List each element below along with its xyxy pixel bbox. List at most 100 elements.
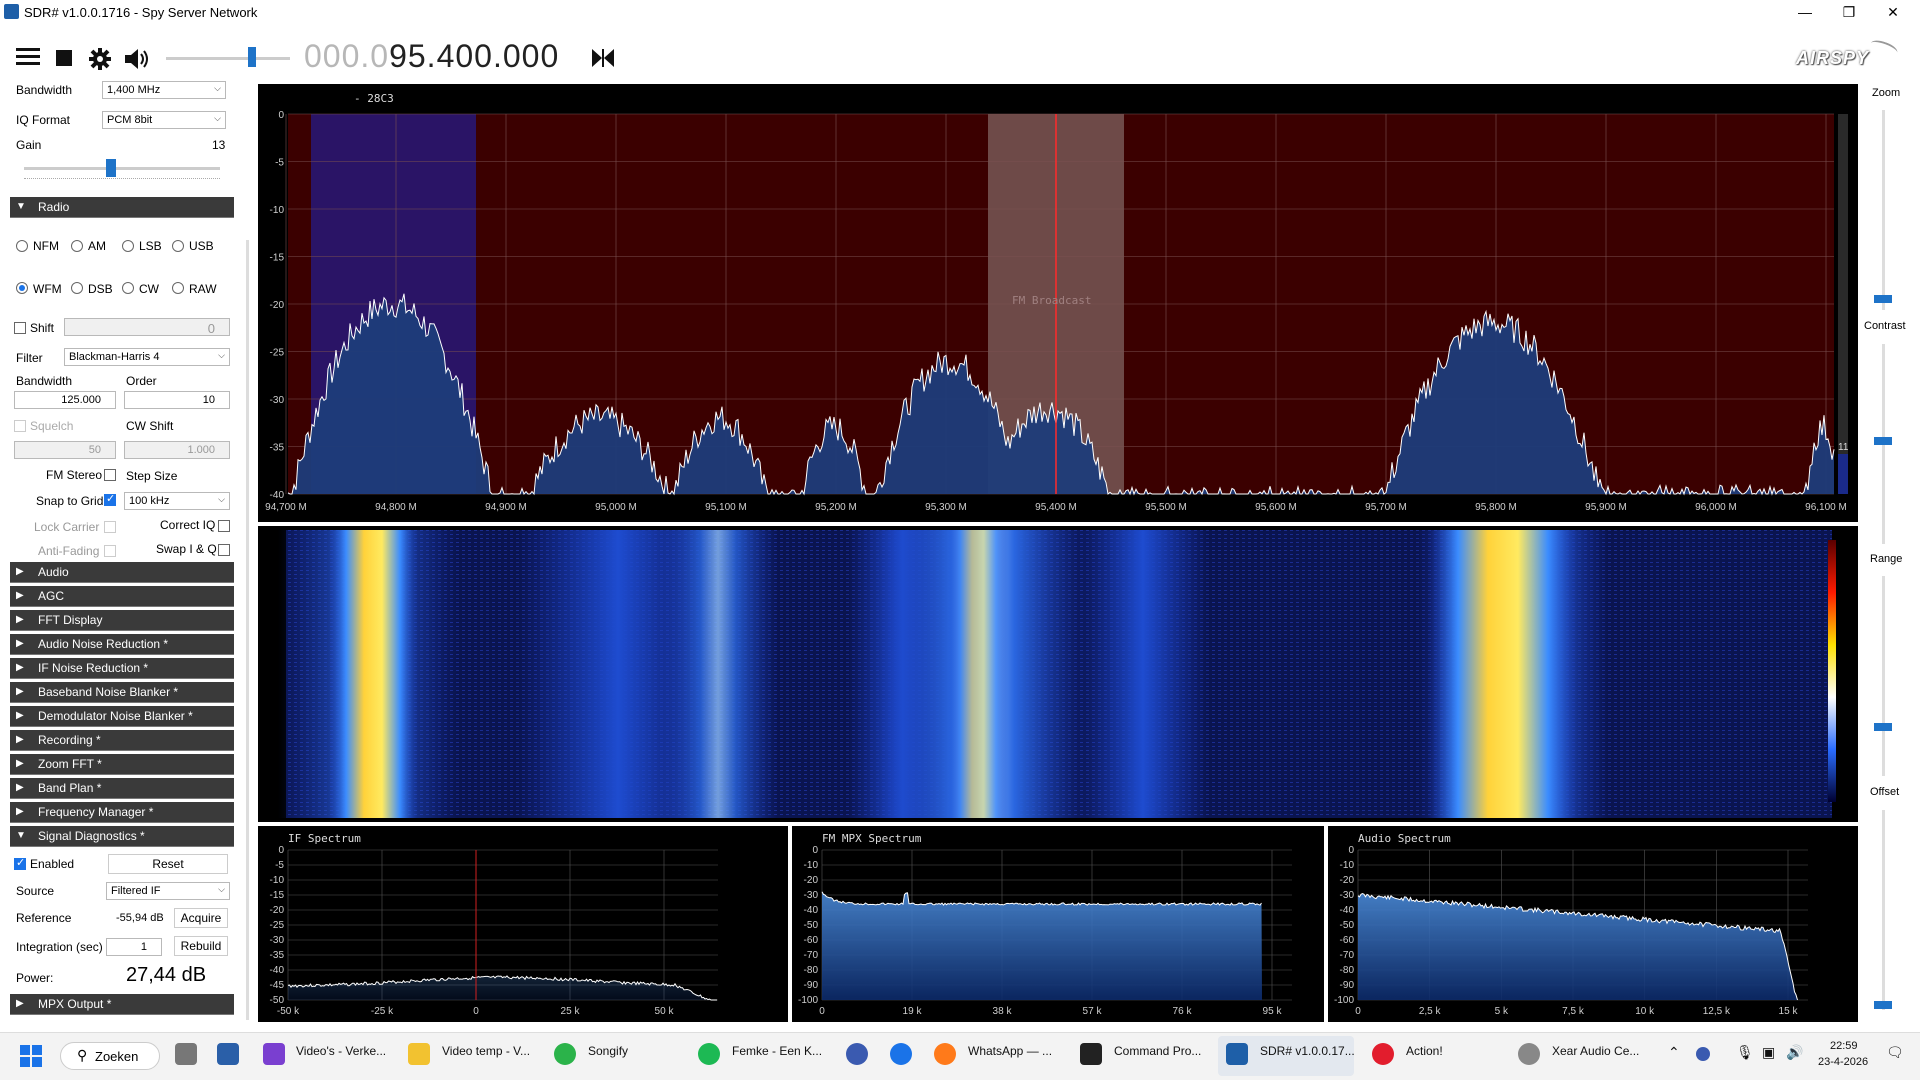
microphone-icon[interactable]: 🎙 (1736, 1044, 1754, 1061)
correct-iq-checkbox[interactable] (218, 520, 230, 532)
tray-bluetooth-icon[interactable] (1696, 1047, 1710, 1061)
left-panel-scrollbar[interactable] (246, 240, 249, 1020)
taskbar-app-songify[interactable]: Songify (588, 1044, 628, 1058)
vr-app-icon[interactable] (217, 1043, 239, 1065)
section-radio[interactable]: ▼ Radio (10, 197, 234, 218)
mpx-spectrum-panel[interactable]: FM MPX Spectrum 0 -10 -20 -30 -40 -50 -60 -70 -80… (792, 826, 1324, 1022)
notification-icon[interactable]: 🗨 (1886, 1044, 1904, 1061)
action-icon[interactable] (1372, 1043, 1394, 1065)
minimize-button[interactable]: — (1785, 2, 1825, 22)
mode-lsb-radio[interactable] (122, 240, 134, 252)
mode-raw-radio[interactable] (172, 282, 184, 294)
filter-bandwidth-input[interactable]: 125.000 (14, 391, 116, 409)
integration-input[interactable]: 1 (106, 938, 162, 956)
cw-shift-input[interactable]: 1.000 (124, 441, 230, 459)
video-editor-icon[interactable] (263, 1043, 285, 1065)
taskbar-app-whatsapp[interactable]: WhatsApp — ... (968, 1044, 1052, 1058)
reset-button[interactable]: Reset (108, 854, 228, 874)
gain-slider-thumb[interactable] (106, 159, 116, 177)
step-size-select[interactable]: 100 kHz (124, 492, 230, 510)
taskbar-app-command-prompt[interactable]: Command Pro... (1114, 1044, 1201, 1058)
range-slider-track[interactable] (1882, 576, 1885, 776)
terminal-icon[interactable] (1080, 1043, 1102, 1065)
taskbar-app-sdr[interactable]: SDR# v1.0.0.17... (1260, 1044, 1355, 1058)
diag-source-select[interactable]: Filtered IF (106, 882, 230, 900)
taskbar-app-videos[interactable]: Video's - Verke... (296, 1044, 386, 1058)
section-signal-diagnostics[interactable]: ▼ Signal Diagnostics * (10, 826, 234, 847)
shift-checkbox[interactable] (14, 322, 26, 334)
tray-chevron-icon[interactable]: ⌃ (1668, 1044, 1680, 1061)
squelch-input[interactable]: 50 (14, 441, 116, 459)
volume-slider-thumb[interactable] (248, 47, 256, 67)
offset-slider-thumb[interactable] (1874, 1001, 1892, 1009)
zoom-slider-thumb[interactable] (1874, 295, 1892, 303)
section-band-plan[interactable]: ▶ Band Plan * (10, 778, 234, 799)
stop-icon[interactable] (56, 50, 72, 66)
section-demodulator-noise-blanker[interactable]: ▶ Demodulator Noise Blanker * (10, 706, 234, 727)
swap-iq-checkbox[interactable] (218, 544, 230, 556)
taskbar-app-action[interactable]: Action! (1406, 1044, 1443, 1058)
contrast-slider-thumb[interactable] (1874, 437, 1892, 445)
mode-dsb-radio[interactable] (71, 282, 83, 294)
taskbar-search[interactable]: ⚲ Zoeken (60, 1042, 160, 1070)
section-if-noise-reduction[interactable]: ▶ IF Noise Reduction * (10, 658, 234, 679)
snap-to-grid-checkbox[interactable] (104, 492, 116, 506)
mode-cw-radio[interactable] (122, 282, 134, 294)
section-zoom-fft[interactable]: ▶ Zoom FFT * (10, 754, 234, 775)
section-frequency-manager[interactable]: ▶ Frequency Manager * (10, 802, 234, 823)
folder-icon[interactable] (408, 1043, 430, 1065)
sdr-app-icon[interactable] (1226, 1043, 1248, 1065)
windows-start-icon[interactable] (20, 1045, 42, 1067)
speaker-icon[interactable] (123, 47, 151, 71)
bandwidth-select[interactable]: 1,400 MHz (102, 81, 226, 99)
spectrum-panel[interactable]: - 28C3 FM Broadcast 0 -5 -10 -15 -20 -25 -30 -3… (258, 84, 1858, 522)
order-input[interactable]: 10 (124, 391, 230, 409)
xear-icon[interactable] (1518, 1043, 1540, 1065)
mode-nfm-radio[interactable] (16, 240, 28, 252)
clock-date[interactable]: 23-4-2026 (1818, 1056, 1868, 1068)
if-spectrum-panel[interactable]: IF Spectrum 0 -5 -10 -15 -20 -25 -30 -35 -40 -45 -5… (258, 826, 788, 1022)
iq-format-select[interactable]: PCM 8bit (102, 111, 226, 129)
squelch-checkbox[interactable] (14, 420, 26, 432)
waterfall-panel[interactable] (258, 526, 1858, 822)
firefox-icon[interactable] (934, 1043, 956, 1065)
close-button[interactable]: ✕ (1873, 2, 1913, 22)
volume-slider-track[interactable] (166, 57, 290, 60)
taskbar-app-video-temp[interactable]: Video temp - V... (442, 1044, 530, 1058)
zoom-slider-track[interactable] (1882, 110, 1885, 310)
mode-usb-radio[interactable] (172, 240, 184, 252)
frequency-display[interactable]: 000.095.400.000 (304, 38, 559, 75)
section-mpx-output[interactable]: ▶ MPX Output * (10, 994, 234, 1015)
shift-input[interactable]: 0 (64, 318, 230, 336)
section-audio-noise-reduction[interactable]: ▶ Audio Noise Reduction * (10, 634, 234, 655)
songify-icon[interactable] (554, 1043, 576, 1065)
acquire-button[interactable]: Acquire (174, 908, 228, 928)
menu-icon[interactable] (14, 46, 42, 68)
mode-am-radio[interactable] (71, 240, 83, 252)
media-player-icon[interactable] (890, 1043, 912, 1065)
maximize-button[interactable]: ❐ (1829, 2, 1869, 22)
gear-icon[interactable] (88, 47, 112, 71)
volume-tray-icon[interactable]: 🔊 (1786, 1044, 1803, 1061)
spotify-icon[interactable] (698, 1043, 720, 1065)
task-view-icon[interactable] (175, 1043, 197, 1065)
section-baseband-noise-blanker[interactable]: ▶ Baseband Noise Blanker * (10, 682, 234, 703)
app-icon-blue[interactable] (846, 1043, 868, 1065)
section-agc[interactable]: ▶ AGC (10, 586, 234, 607)
filter-select[interactable]: Blackman-Harris 4 (64, 348, 230, 366)
taskbar-app-xear[interactable]: Xear Audio Ce... (1552, 1044, 1639, 1058)
mode-wfm-radio[interactable] (16, 282, 28, 294)
lock-carrier-checkbox[interactable] (104, 521, 116, 533)
taskbar-app-spotify[interactable]: Femke - Een K... (732, 1044, 822, 1058)
fm-stereo-checkbox[interactable] (104, 469, 116, 481)
diag-enabled-checkbox[interactable] (14, 856, 26, 870)
network-icon[interactable]: ▣ (1762, 1044, 1775, 1061)
section-recording[interactable]: ▶ Recording * (10, 730, 234, 751)
section-fft-display[interactable]: ▶ FFT Display (10, 610, 234, 631)
audio-spectrum-panel[interactable]: Audio Spectrum 0 -10 -20 -30 -40 -50 -60 -70 -80 -… (1328, 826, 1858, 1022)
gain-slider-track[interactable] (24, 167, 220, 170)
clock-time[interactable]: 22:59 (1830, 1040, 1858, 1052)
anti-fading-checkbox[interactable] (104, 545, 116, 557)
section-audio[interactable]: ▶ Audio (10, 562, 234, 583)
rebuild-button[interactable]: Rebuild (174, 936, 228, 956)
